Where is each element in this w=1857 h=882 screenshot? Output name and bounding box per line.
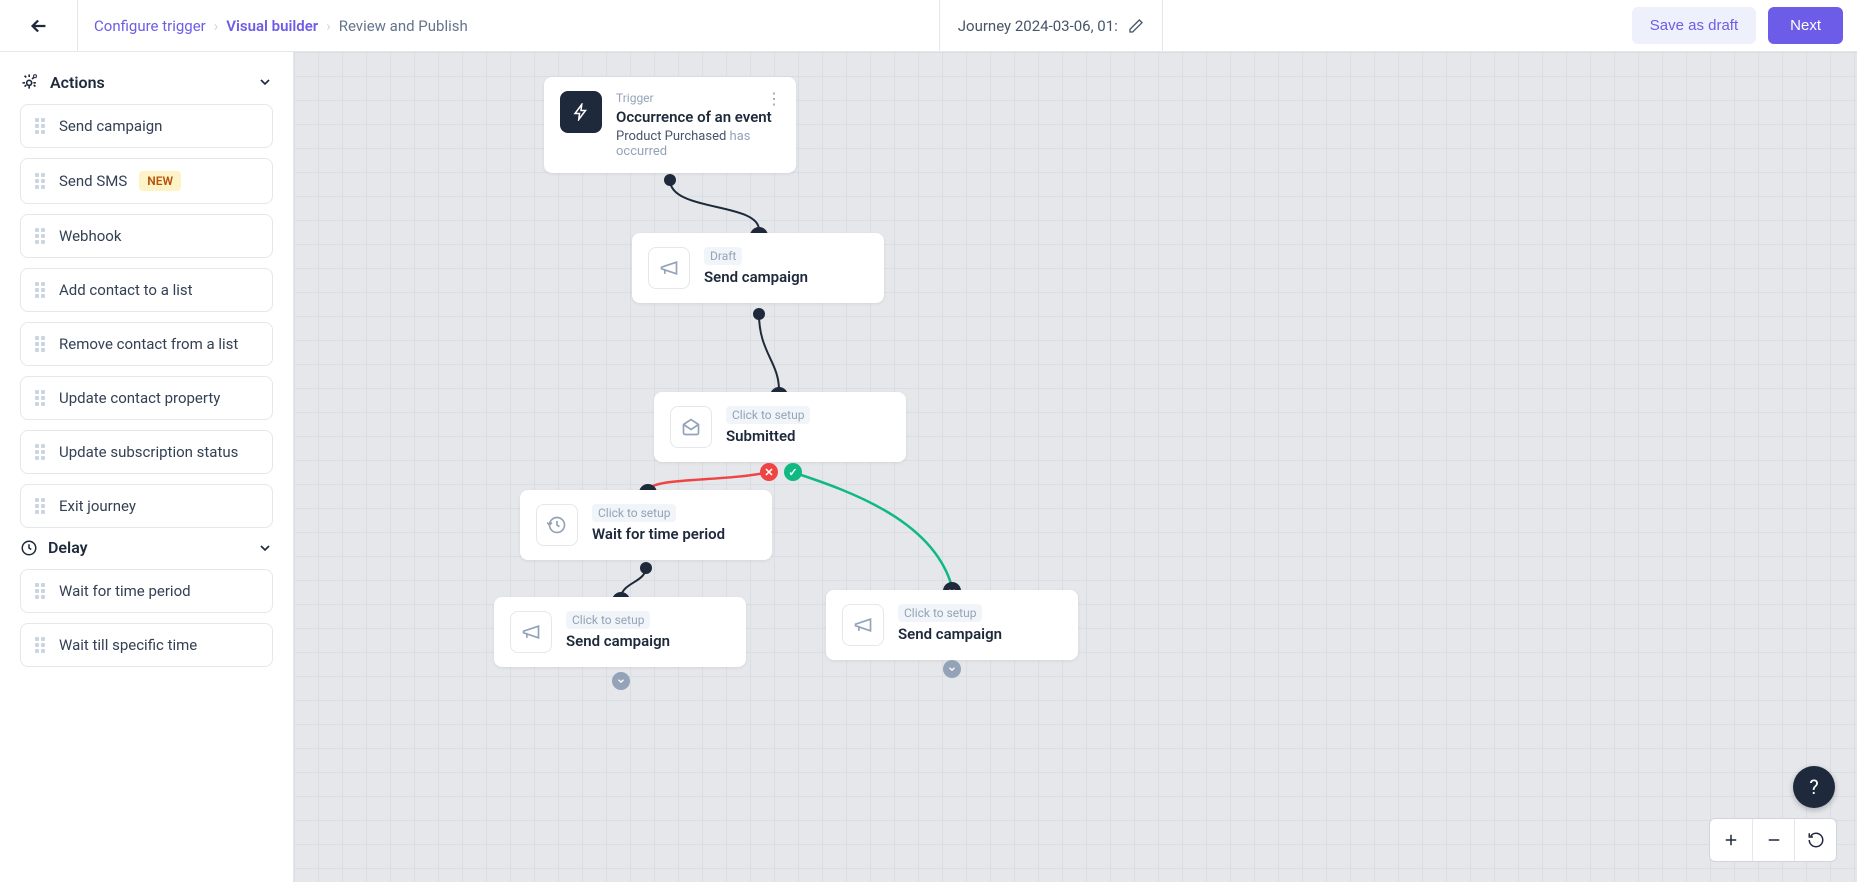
sidebar-item-add-contact[interactable]: Add contact to a list [20,268,273,312]
zoom-out-button[interactable] [1752,819,1794,861]
chevron-down-icon [257,540,273,556]
grip-icon [35,173,47,189]
sidebar-section-title: Delay [48,538,88,557]
next-button[interactable]: Next [1768,7,1843,44]
chevron-right-icon: › [214,17,219,35]
sidebar-item-label: Wait till specific time [59,636,197,654]
clock-icon [20,539,38,557]
megaphone-icon [842,604,884,646]
node-send-campaign-right[interactable]: Click to setup Send campaign [826,590,1078,660]
connector-dot [664,174,676,186]
node-tag: Click to setup [566,611,650,629]
sidebar-item-webhook[interactable]: Webhook [20,214,273,258]
save-draft-button[interactable]: Save as draft [1632,7,1756,44]
node-trigger[interactable]: Trigger Occurrence of an event Product P… [544,77,796,173]
node-title: Wait for time period [592,525,725,543]
sidebar: Actions Send campaign Send SMS NEW Webhoo… [0,52,294,882]
node-send-campaign-1[interactable]: Draft Send campaign [632,233,884,303]
header: Configure trigger › Visual builder › Rev… [0,0,1857,52]
megaphone-icon [648,247,690,289]
sidebar-item-remove-contact[interactable]: Remove contact from a list [20,322,273,366]
sidebar-section-actions[interactable]: Actions [20,72,273,92]
connector-dot [640,562,652,574]
new-badge: NEW [139,171,181,191]
connectors [294,52,1857,882]
node-tag: Trigger [616,91,780,105]
grip-icon [35,282,47,298]
breadcrumb: Configure trigger › Visual builder › Rev… [78,17,484,35]
grip-icon [35,390,47,406]
grip-icon [35,498,47,514]
sidebar-section-delay[interactable]: Delay [20,538,273,557]
sidebar-item-wait-specific[interactable]: Wait till specific time [20,623,273,667]
bolt-icon [560,91,602,133]
node-submitted[interactable]: Click to setup Submitted [654,392,906,462]
branch-yes-icon[interactable]: ✓ [784,463,802,481]
grip-icon [35,118,47,134]
node-send-campaign-left[interactable]: Click to setup Send campaign [494,597,746,667]
arrow-left-icon [28,15,50,37]
node-tag: Draft [704,247,742,265]
journey-title-text: Journey 2024-03-06, 01: [958,17,1118,35]
sidebar-item-send-campaign[interactable]: Send campaign [20,104,273,148]
breadcrumb-step-1[interactable]: Configure trigger [94,17,206,35]
gear-plus-icon [20,72,40,92]
sidebar-item-label: Webhook [59,227,121,245]
megaphone-icon [510,611,552,653]
sidebar-item-exit-journey[interactable]: Exit journey [20,484,273,528]
canvas[interactable]: Trigger Occurrence of an event Product P… [294,52,1857,882]
sidebar-item-label: Add contact to a list [59,281,193,299]
chevron-down-icon [257,74,273,90]
sidebar-item-label: Update subscription status [59,443,238,461]
node-tag: Click to setup [898,604,982,622]
sidebar-item-update-subscription[interactable]: Update subscription status [20,430,273,474]
envelope-open-icon [670,406,712,448]
chevron-right-icon: › [326,17,331,35]
sidebar-item-label: Send campaign [59,117,162,135]
grip-icon [35,583,47,599]
help-button[interactable]: ? [1793,766,1835,808]
node-wait[interactable]: Click to setup Wait for time period [520,490,772,560]
chevron-down-icon[interactable] [943,660,961,678]
sidebar-section-title: Actions [50,73,105,92]
grip-icon [35,336,47,352]
pencil-icon[interactable] [1128,18,1144,34]
branch-no-icon[interactable]: ✕ [760,463,778,481]
node-tag: Click to setup [726,406,810,424]
sidebar-item-label: Update contact property [59,389,220,407]
grip-icon [35,444,47,460]
sidebar-item-label: Remove contact from a list [59,335,238,353]
sidebar-item-label: Exit journey [59,497,136,515]
node-title: Submitted [726,427,810,445]
breadcrumb-step-3[interactable]: Review and Publish [339,17,468,35]
kebab-menu-icon[interactable]: ⋮ [766,89,782,108]
grip-icon [35,228,47,244]
canvas-controls [1709,818,1837,862]
grip-icon [35,637,47,653]
back-button[interactable] [0,0,78,52]
journey-title[interactable]: Journey 2024-03-06, 01: [939,0,1163,52]
history-icon [536,504,578,546]
node-subtitle: Product Purchased has occurred [616,129,780,159]
connector-dot [753,308,765,320]
zoom-in-button[interactable] [1710,819,1752,861]
chevron-down-icon[interactable] [612,672,630,690]
sidebar-item-wait-period[interactable]: Wait for time period [20,569,273,613]
node-title: Send campaign [566,632,670,650]
node-title: Occurrence of an event [616,108,780,126]
node-title: Send campaign [898,625,1002,643]
sidebar-item-label: Send SMS [59,172,127,190]
sidebar-item-send-sms[interactable]: Send SMS NEW [20,158,273,204]
node-title: Send campaign [704,268,808,286]
header-actions: Save as draft Next [1618,7,1857,44]
reset-view-button[interactable] [1794,819,1836,861]
node-tag: Click to setup [592,504,676,522]
sidebar-item-label: Wait for time period [59,582,191,600]
breadcrumb-step-2[interactable]: Visual builder [226,17,318,35]
sidebar-item-update-property[interactable]: Update contact property [20,376,273,420]
